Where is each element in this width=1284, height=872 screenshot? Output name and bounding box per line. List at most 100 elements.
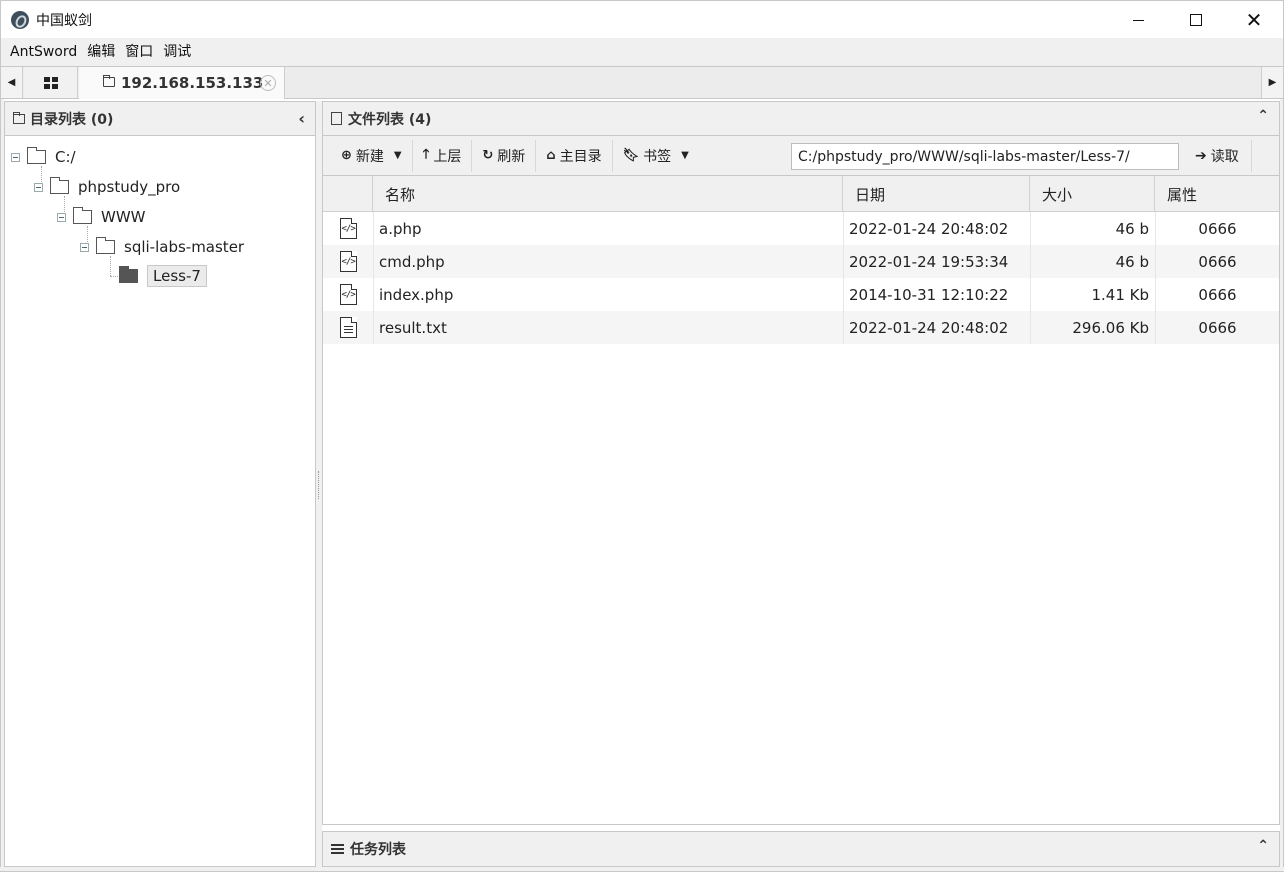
refresh-label: 刷新	[497, 148, 526, 165]
up-label: 上层	[433, 148, 462, 165]
tab-scroll-right-button[interactable]: ▶	[1261, 67, 1283, 98]
file-date: 2022-01-24 20:48:02	[843, 311, 1030, 344]
folder-icon	[27, 147, 46, 164]
home-label: 主目录	[559, 148, 602, 165]
refresh-button[interactable]: ↻ 刷新	[472, 139, 537, 172]
column-header-name[interactable]: 名称	[373, 176, 843, 212]
column-header-icon	[323, 176, 373, 212]
tree-node-label: WWW	[101, 208, 146, 226]
tree-node-phpstudy-pro[interactable]: phpstudy_pro	[34, 176, 180, 198]
tree-node-label: C:/	[55, 148, 76, 166]
folder-icon	[73, 207, 92, 224]
tab-close-icon[interactable]: ✕	[260, 75, 276, 91]
tab-scroll-left-button[interactable]: ◀	[1, 67, 23, 98]
directory-panel-title: 目录列表 (0)	[30, 111, 114, 128]
maximize-button[interactable]	[1167, 1, 1225, 39]
chevron-up-icon[interactable]: ⌃	[1257, 108, 1269, 124]
file-date: 2022-01-24 20:48:02	[843, 212, 1030, 245]
new-button[interactable]: ⊕ 新建 ▼	[331, 139, 413, 172]
bookmark-button[interactable]: 🔖︎ 书签 ▼	[613, 140, 699, 172]
file-attr: 0666	[1155, 278, 1279, 311]
grid-icon	[43, 76, 58, 89]
table-row[interactable]: </> a.php 2022-01-24 20:48:02 46 b 0666	[323, 212, 1279, 245]
tree-collapse-icon[interactable]	[34, 182, 43, 192]
table-row[interactable]: result.txt 2022-01-24 20:48:02 296.06 Kb…	[323, 311, 1279, 344]
file-panel-title: 文件列表 (4)	[348, 111, 432, 128]
tab-bar: ◀ 192.168.153.133 ✕ ▶	[0, 66, 1284, 99]
read-button[interactable]: ➔ 读取	[1183, 140, 1252, 172]
antsword-logo-icon	[11, 10, 29, 29]
task-panel-header[interactable]: 任务列表 ⌃	[322, 831, 1280, 867]
refresh-icon: ↻	[482, 148, 494, 163]
maximize-icon	[1190, 14, 1202, 26]
menu-edit[interactable]: 编辑	[82, 39, 120, 65]
tree-node-less-7[interactable]: Less-7	[116, 265, 207, 287]
column-header-size[interactable]: 大小	[1030, 176, 1155, 212]
file-date: 2022-01-24 19:53:34	[843, 245, 1030, 278]
file-date: 2014-10-31 12:10:22	[843, 278, 1030, 311]
column-header-attr[interactable]: 属性	[1155, 176, 1279, 212]
caret-left-icon: ◀	[7, 77, 16, 88]
directory-tree: C:/ phpstudy_pro WWW sqli-labs-master Le…	[5, 136, 315, 866]
collapse-left-icon[interactable]: ‹	[298, 109, 305, 128]
frame-bottom	[0, 867, 1284, 872]
table-row[interactable]: </> cmd.php 2022-01-24 19:53:34 46 b 066…	[323, 245, 1279, 278]
table-row[interactable]: </> index.php 2014-10-31 12:10:22 1.41 K…	[323, 278, 1279, 311]
code-file-icon: </>	[339, 251, 357, 272]
arrow-right-icon: ➔	[1195, 148, 1207, 164]
menu-antsword[interactable]: AntSword	[5, 39, 82, 65]
folder-icon	[96, 237, 115, 254]
tree-node-label: phpstudy_pro	[78, 178, 181, 196]
close-icon: ✕	[1245, 8, 1263, 32]
caret-down-icon: ▼	[393, 150, 402, 161]
tree-node-www[interactable]: WWW	[57, 206, 146, 228]
folder-icon	[50, 177, 69, 194]
directory-panel: 目录列表 (0) ‹ C:/ phpstudy_pro WWW sqli-lab…	[4, 101, 316, 867]
minimize-icon	[1132, 19, 1144, 21]
path-input[interactable]	[791, 143, 1179, 170]
file-panel-header: 文件列表 (4) ⌃	[323, 102, 1279, 136]
folder-icon	[103, 75, 115, 87]
tree-node-sqli-labs-master[interactable]: sqli-labs-master	[80, 236, 244, 258]
column-header-date[interactable]: 日期	[843, 176, 1030, 212]
minimize-button[interactable]	[1109, 1, 1167, 39]
file-size: 46 b	[1030, 245, 1155, 278]
close-button[interactable]: ✕	[1225, 1, 1283, 39]
tree-collapse-icon[interactable]	[57, 212, 66, 222]
tree-node-c[interactable]: C:/	[11, 146, 76, 168]
tab-host[interactable]: 192.168.153.133 ✕	[79, 67, 285, 99]
file-type-cell	[323, 311, 373, 344]
menu-debug[interactable]: 调试	[158, 39, 196, 65]
tab-home[interactable]	[24, 67, 78, 98]
code-file-icon: </>	[339, 218, 357, 239]
title-bar: 中国蚁剑 ✕	[0, 0, 1284, 38]
file-name: cmd.php	[373, 245, 843, 278]
up-button[interactable]: 🡑 上层	[413, 139, 473, 172]
tree-collapse-icon[interactable]	[11, 152, 20, 162]
task-list-icon	[331, 844, 344, 854]
tab-host-label: 192.168.153.133	[121, 74, 264, 92]
plus-circle-icon: ⊕	[341, 148, 352, 163]
frame-right	[1280, 99, 1284, 872]
file-attr: 0666	[1155, 311, 1279, 344]
home-icon: ⌂	[546, 148, 556, 163]
window-title: 中国蚁剑	[36, 12, 92, 29]
code-file-icon: </>	[339, 284, 357, 305]
chevron-up-icon[interactable]: ⌃	[1257, 838, 1269, 854]
file-type-cell: </>	[323, 278, 373, 311]
file-size: 46 b	[1030, 212, 1155, 245]
menu-window[interactable]: 窗口	[120, 39, 158, 65]
file-toolbar: ⊕ 新建 ▼ 🡑 上层 ↻ 刷新 ⌂ 主目录 🔖︎ 书签 ▼ ➔ 读取	[323, 136, 1279, 176]
file-attr: 0666	[1155, 245, 1279, 278]
bookmark-icon: 🔖︎	[622, 148, 640, 163]
file-icon	[331, 112, 342, 125]
arrow-up-icon: 🡑	[422, 146, 430, 162]
tree-collapse-icon[interactable]	[80, 242, 89, 252]
bookmark-label: 书签	[643, 148, 672, 165]
task-panel-title: 任务列表	[350, 842, 406, 858]
file-size: 296.06 Kb	[1030, 311, 1155, 344]
file-grid-body: </> a.php 2022-01-24 20:48:02 46 b 0666 …	[323, 212, 1279, 344]
tree-node-label: Less-7	[147, 265, 207, 287]
home-button[interactable]: ⌂ 主目录	[536, 139, 613, 172]
caret-down-icon: ▼	[681, 150, 689, 161]
